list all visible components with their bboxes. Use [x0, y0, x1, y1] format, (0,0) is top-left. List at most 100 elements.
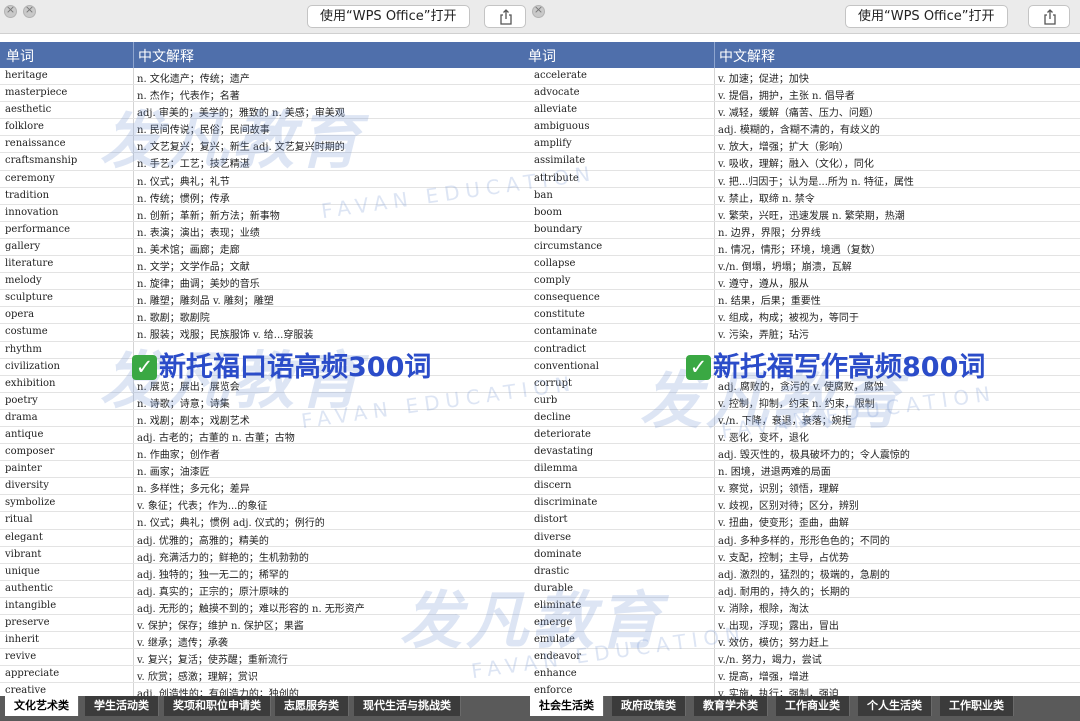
table-row[interactable]: durable adj. 耐用的，持久的；长期的: [528, 581, 1080, 598]
table-row[interactable]: boom v. 繁荣，兴旺，迅速发展 n. 繁荣期，热潮: [528, 205, 1080, 222]
word-cell: alleviate: [534, 104, 578, 116]
table-row[interactable]: opera n. 歌剧；歌剧院: [0, 307, 535, 325]
sheet-tab[interactable]: 工作商业类: [776, 696, 850, 716]
sheet-tab[interactable]: 奖项和职位申请类: [164, 696, 271, 716]
meaning-cell: n. 歌剧；歌剧院: [137, 313, 210, 325]
table-row[interactable]: emulate v. 效仿，模仿；努力赶上: [528, 632, 1080, 650]
sheet-tab[interactable]: 志愿服务类: [275, 696, 349, 716]
table-row[interactable]: drama n. 戏剧；剧本；戏剧艺术: [0, 410, 535, 427]
table-row[interactable]: decline v./n. 下降，衰退，衰落；婉拒: [528, 410, 1080, 427]
table-row[interactable]: accelerate v. 加速；促进；加快: [528, 68, 1080, 86]
table-row[interactable]: appreciate v. 欣赏；感激；理解；赏识: [0, 666, 535, 684]
table-row[interactable]: devastating adj. 毁灭性的，极具破坏力的；令人震惊的: [528, 444, 1080, 462]
meaning-cell: v. 污染，弄脏；玷污: [718, 330, 809, 342]
sheet-tab[interactable]: 现代生活与挑战类: [354, 696, 461, 716]
table-row[interactable]: poetry n. 诗歌；诗意；诗集: [0, 393, 535, 410]
sheet-tab[interactable]: 个人生活类: [858, 696, 932, 716]
table-row[interactable]: diversity n. 多样性；多元化；差异: [0, 478, 535, 496]
meaning-cell: n. 困境，进退两难的局面: [718, 467, 831, 479]
word-cell: boom: [534, 206, 562, 218]
table-row[interactable]: revive v. 复兴；复活；使苏醒；重新流行: [0, 649, 535, 667]
sheet-tab[interactable]: 学生活动类: [85, 696, 159, 716]
table-row[interactable]: deteriorate v. 恶化，变坏，退化: [528, 427, 1080, 445]
table-row[interactable]: melody n. 旋律；曲调；美妙的音乐: [0, 273, 535, 291]
table-row[interactable]: eliminate v. 消除，根除，淘汰: [528, 598, 1080, 615]
table-row[interactable]: constitute v. 组成，构成；被视为，等同于: [528, 307, 1080, 325]
table-row[interactable]: comply v. 遵守，遵从，服从: [528, 273, 1080, 291]
table-row[interactable]: dilemma n. 困境，进退两难的局面: [528, 461, 1080, 479]
headline-text: 新托福写作高频800词: [713, 352, 986, 383]
meaning-cell: v. 保护；保存；维护 n. 保护区；果酱: [137, 621, 304, 632]
table-row[interactable]: intangible adj. 无形的；触摸不到的；难以形容的 n. 无形资产: [0, 598, 535, 615]
word-cell: ban: [534, 189, 553, 201]
word-cell: durable: [534, 582, 574, 594]
table-row[interactable]: attribute v. 把...归因于；认为是...所为 n. 特征，属性: [528, 171, 1080, 188]
table-row[interactable]: elegant adj. 优雅的；高雅的；精美的: [0, 530, 535, 547]
table-row[interactable]: boundary n. 边界，界限；分界线: [528, 222, 1080, 239]
open-with-wps-button[interactable]: 使用“WPS Office”打开: [845, 5, 1008, 28]
table-row[interactable]: preserve v. 保护；保存；维护 n. 保护区；果酱: [0, 615, 535, 633]
table-row[interactable]: ritual n. 仪式；典礼；惯例 adj. 仪式的；例行的: [0, 512, 535, 530]
table-row[interactable]: costume n. 服装；戏服；民族服饰 v. 给...穿服装: [0, 324, 535, 342]
table-row[interactable]: vibrant adj. 充满活力的；鲜艳的；生机勃勃的: [0, 547, 535, 564]
table-row[interactable]: tradition n. 传统；惯例；传承: [0, 188, 535, 205]
word-cell: conventional: [534, 360, 599, 372]
table-row[interactable]: emerge v. 出现，浮现；露出，冒出: [528, 615, 1080, 633]
meaning-cell: n. 民间传说；民俗；民间故事: [137, 125, 270, 137]
sheet-tab[interactable]: 政府政策类: [612, 696, 686, 716]
share-button[interactable]: [1028, 5, 1070, 28]
table-row[interactable]: discern v. 察觉，识别；领悟，理解: [528, 478, 1080, 496]
close-icon[interactable]: [532, 3, 545, 18]
open-with-wps-button[interactable]: 使用“WPS Office”打开: [307, 5, 470, 28]
table-row[interactable]: innovation n. 创新；革新；新方法；新事物: [0, 205, 535, 222]
table-row[interactable]: discriminate v. 歧视，区别对待；区分，辨别: [528, 495, 1080, 513]
table-row[interactable]: curb v. 控制，抑制，约束 n. 约束，限制: [528, 393, 1080, 410]
table-row[interactable]: endeavor v./n. 努力，竭力，尝试: [528, 649, 1080, 667]
table-row[interactable]: diverse adj. 多种多样的，形形色色的；不同的: [528, 530, 1080, 547]
table-row[interactable]: painter n. 画家；油漆匠: [0, 461, 535, 479]
table-row[interactable]: ban v. 禁止，取缔 n. 禁令: [528, 188, 1080, 205]
table-row[interactable]: folklore n. 民间传说；民俗；民间故事: [0, 119, 535, 137]
table-row[interactable]: amplify v. 放大，增强；扩大（影响）: [528, 136, 1080, 154]
table-row[interactable]: advocate v. 提倡，拥护，主张 n. 倡导者: [528, 85, 1080, 103]
table-row[interactable]: renaissance n. 文艺复兴；复兴；新生 adj. 文艺复兴时期的: [0, 136, 535, 154]
table-row[interactable]: collapse v./n. 倒塌，坍塌；崩溃，瓦解: [528, 256, 1080, 274]
close-icon[interactable]: [4, 3, 17, 18]
table-row[interactable]: gallery n. 美术馆；画廊；走廊: [0, 239, 535, 257]
meaning-cell: n. 旋律；曲调；美妙的音乐: [137, 279, 260, 291]
table-row[interactable]: heritage n. 文化遗产；传统；遗产: [0, 68, 535, 86]
meaning-cell: adj. 毁灭性的，极具破坏力的；令人震惊的: [718, 450, 910, 462]
table-row[interactable]: literature n. 文学；文学作品；文献: [0, 256, 535, 274]
close-icon[interactable]: [23, 3, 36, 18]
table-row[interactable]: symbolize v. 象征；代表；作为...的象征: [0, 495, 535, 513]
table-row[interactable]: alleviate v. 减轻，缓解（痛苦、压力、问题）: [528, 102, 1080, 120]
word-cell: enforce: [534, 685, 573, 697]
table-row[interactable]: unique adj. 独特的；独一无二的；稀罕的: [0, 564, 535, 581]
table-row[interactable]: inherit v. 继承；遗传；承袭: [0, 632, 535, 650]
table-row[interactable]: ceremony n. 仪式；典礼；礼节: [0, 171, 535, 188]
table-row[interactable]: aesthetic adj. 审美的；美学的；雅致的 n. 美感；审美观: [0, 102, 535, 120]
table-row[interactable]: sculpture n. 雕塑；雕刻品 v. 雕刻；雕塑: [0, 290, 535, 308]
table-row[interactable]: craftsmanship n. 手艺；工艺；技艺精湛: [0, 153, 535, 171]
table-row[interactable]: authentic adj. 真实的；正宗的；原汁原味的: [0, 581, 535, 598]
table-row[interactable]: ambiguous adj. 模糊的，含糊不清的，有歧义的: [528, 119, 1080, 137]
word-cell: emulate: [534, 634, 575, 646]
sheet-tab[interactable]: 文化艺术类: [5, 696, 79, 716]
table-row[interactable]: consequence n. 结果，后果；重要性: [528, 290, 1080, 308]
table-row[interactable]: performance n. 表演；演出；表现；业绩: [0, 222, 535, 239]
table-row[interactable]: dominate v. 支配，控制；主导，占优势: [528, 547, 1080, 564]
table-row[interactable]: enhance v. 提高，增强，增进: [528, 666, 1080, 684]
table-row[interactable]: distort v. 扭曲，使变形；歪曲，曲解: [528, 512, 1080, 530]
meaning-cell: adj. 耐用的，持久的；长期的: [718, 586, 850, 598]
table-row[interactable]: masterpiece n. 杰作；代表作；名著: [0, 85, 535, 103]
table-row[interactable]: composer n. 作曲家；创作者: [0, 444, 535, 462]
table-row[interactable]: contaminate v. 污染，弄脏；玷污: [528, 324, 1080, 342]
share-button[interactable]: [484, 5, 526, 28]
table-row[interactable]: antique adj. 古老的；古董的 n. 古董；古物: [0, 427, 535, 445]
table-row[interactable]: circumstance n. 情况，情形；环境，境遇（复数）: [528, 239, 1080, 257]
sheet-tab[interactable]: 教育学术类: [694, 696, 768, 716]
sheet-tab[interactable]: 社会生活类: [530, 696, 604, 716]
table-row[interactable]: drastic adj. 激烈的，猛烈的；极端的，急剧的: [528, 564, 1080, 581]
table-row[interactable]: assimilate v. 吸收，理解；融入（文化），同化: [528, 153, 1080, 171]
sheet-tab[interactable]: 工作职业类: [940, 696, 1014, 716]
